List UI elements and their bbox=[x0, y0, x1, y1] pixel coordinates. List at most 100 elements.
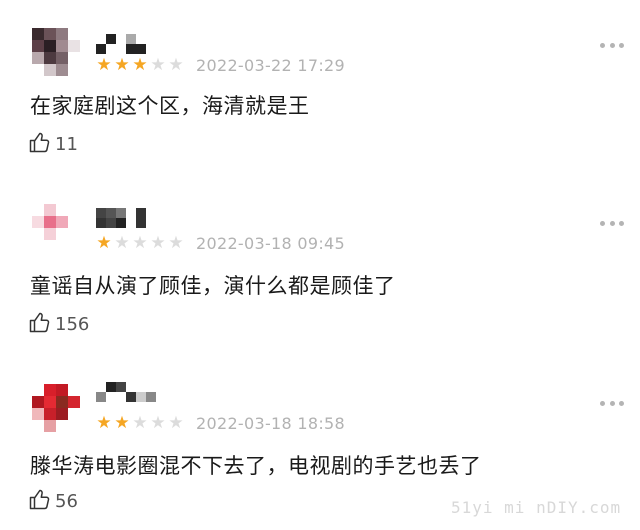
avatar-pixel bbox=[56, 204, 68, 216]
more-options-button[interactable] bbox=[600, 399, 624, 407]
avatar-pixel bbox=[32, 420, 44, 432]
like-count: 156 bbox=[55, 313, 90, 335]
username-pixel bbox=[106, 392, 116, 402]
star-icon: ★ bbox=[168, 412, 184, 433]
like-count: 56 bbox=[55, 490, 78, 512]
avatar-pixel bbox=[44, 228, 56, 240]
avatar-pixel bbox=[56, 420, 68, 432]
star-icon: ★ bbox=[132, 232, 148, 253]
avatar-pixel bbox=[44, 240, 56, 252]
username-pixel bbox=[136, 34, 146, 44]
avatar-pixel bbox=[56, 28, 68, 40]
username-pixel bbox=[126, 218, 136, 228]
comment-text: 在家庭剧这个区，海清就是王 bbox=[30, 94, 310, 118]
star-icon: ★ bbox=[132, 54, 148, 75]
star-icon: ★ bbox=[96, 232, 112, 253]
dot-icon bbox=[609, 400, 615, 406]
username-pixel bbox=[136, 44, 146, 54]
username-pixel bbox=[126, 44, 136, 54]
username-pixel bbox=[96, 34, 106, 44]
username[interactable] bbox=[96, 382, 156, 402]
rating-stars: ★ ★ ★ ★ ★ bbox=[95, 232, 185, 253]
username-pixel bbox=[126, 208, 136, 218]
comment-meta: ★ ★ ★ ★ ★ 2022-03-18 09:45 bbox=[95, 232, 345, 254]
comment-text: 童谣自从演了顾佳，演什么都是顾佳了 bbox=[30, 274, 396, 298]
avatar-pixel bbox=[44, 420, 56, 432]
avatar-pixel bbox=[32, 28, 44, 40]
avatar-pixel bbox=[56, 64, 68, 76]
avatar-pixel bbox=[68, 420, 80, 432]
thumbs-up-icon bbox=[28, 487, 52, 515]
avatar-pixel bbox=[32, 204, 44, 216]
comment-date: 2022-03-18 18:58 bbox=[196, 413, 345, 433]
username-pixel bbox=[116, 44, 126, 54]
username-pixel bbox=[136, 392, 146, 402]
username-pixel bbox=[146, 34, 156, 44]
avatar-pixel bbox=[44, 28, 56, 40]
more-options-button[interactable] bbox=[600, 219, 624, 227]
username-pixel bbox=[116, 34, 126, 44]
username-pixel bbox=[116, 392, 126, 402]
username-pixel bbox=[126, 34, 136, 44]
avatar-pixel bbox=[68, 204, 80, 216]
avatar-pixel bbox=[44, 384, 56, 396]
avatar-pixel bbox=[44, 396, 56, 408]
username-pixel bbox=[146, 44, 156, 54]
username[interactable] bbox=[96, 34, 156, 54]
username-pixel bbox=[106, 218, 116, 228]
username-pixel bbox=[96, 208, 106, 218]
like-button[interactable]: 11 bbox=[28, 131, 78, 157]
username-pixel bbox=[96, 44, 106, 54]
comment-item: ★ ★ ★ ★ ★ 2022-03-18 09:45 童谣自从演了顾佳，演什么都是顾佳了… bbox=[0, 175, 640, 355]
star-icon: ★ bbox=[150, 54, 166, 75]
avatar-pixel bbox=[68, 216, 80, 228]
like-count: 11 bbox=[55, 133, 78, 155]
username-pixel bbox=[116, 382, 126, 392]
avatar-pixel bbox=[44, 204, 56, 216]
username-pixel bbox=[146, 382, 156, 392]
like-button[interactable]: 56 bbox=[28, 488, 78, 514]
avatar-pixel bbox=[56, 52, 68, 64]
comment-meta: ★ ★ ★ ★ ★ 2022-03-18 18:58 bbox=[95, 412, 345, 434]
more-options-button[interactable] bbox=[600, 41, 624, 49]
avatar-pixel bbox=[44, 408, 56, 420]
avatar[interactable] bbox=[32, 204, 80, 252]
avatar-pixel bbox=[68, 40, 80, 52]
username-pixel bbox=[136, 208, 146, 218]
username-pixel bbox=[96, 392, 106, 402]
avatar-pixel bbox=[32, 408, 44, 420]
avatar[interactable] bbox=[32, 384, 80, 432]
username-pixel bbox=[136, 218, 146, 228]
avatar-pixel bbox=[44, 52, 56, 64]
like-button[interactable]: 156 bbox=[28, 311, 89, 337]
avatar-pixel bbox=[68, 396, 80, 408]
username-pixel bbox=[106, 44, 116, 54]
avatar-pixel bbox=[56, 40, 68, 52]
comment-date: 2022-03-22 17:29 bbox=[196, 55, 345, 75]
thumbs-up-icon bbox=[28, 310, 52, 338]
avatar-pixel bbox=[32, 216, 44, 228]
star-icon: ★ bbox=[150, 412, 166, 433]
dot-icon bbox=[609, 42, 615, 48]
star-icon: ★ bbox=[114, 232, 130, 253]
star-icon: ★ bbox=[168, 54, 184, 75]
comment-date: 2022-03-18 09:45 bbox=[196, 233, 345, 253]
dot-icon bbox=[600, 220, 605, 226]
dot-icon bbox=[600, 400, 605, 406]
avatar-pixel bbox=[32, 52, 44, 64]
avatar-pixel bbox=[56, 216, 68, 228]
username-pixel bbox=[126, 382, 136, 392]
username[interactable] bbox=[96, 208, 146, 228]
username-pixel bbox=[106, 208, 116, 218]
star-icon: ★ bbox=[150, 232, 166, 253]
avatar-pixel bbox=[68, 52, 80, 64]
avatar-pixel bbox=[68, 28, 80, 40]
avatar-pixel bbox=[56, 240, 68, 252]
star-icon: ★ bbox=[96, 412, 112, 433]
avatar-pixel bbox=[68, 228, 80, 240]
comment-meta: ★ ★ ★ ★ ★ 2022-03-22 17:29 bbox=[95, 54, 345, 76]
avatar[interactable] bbox=[32, 28, 80, 76]
star-icon: ★ bbox=[114, 54, 130, 75]
dot-icon bbox=[619, 400, 624, 406]
avatar-pixel bbox=[44, 40, 56, 52]
